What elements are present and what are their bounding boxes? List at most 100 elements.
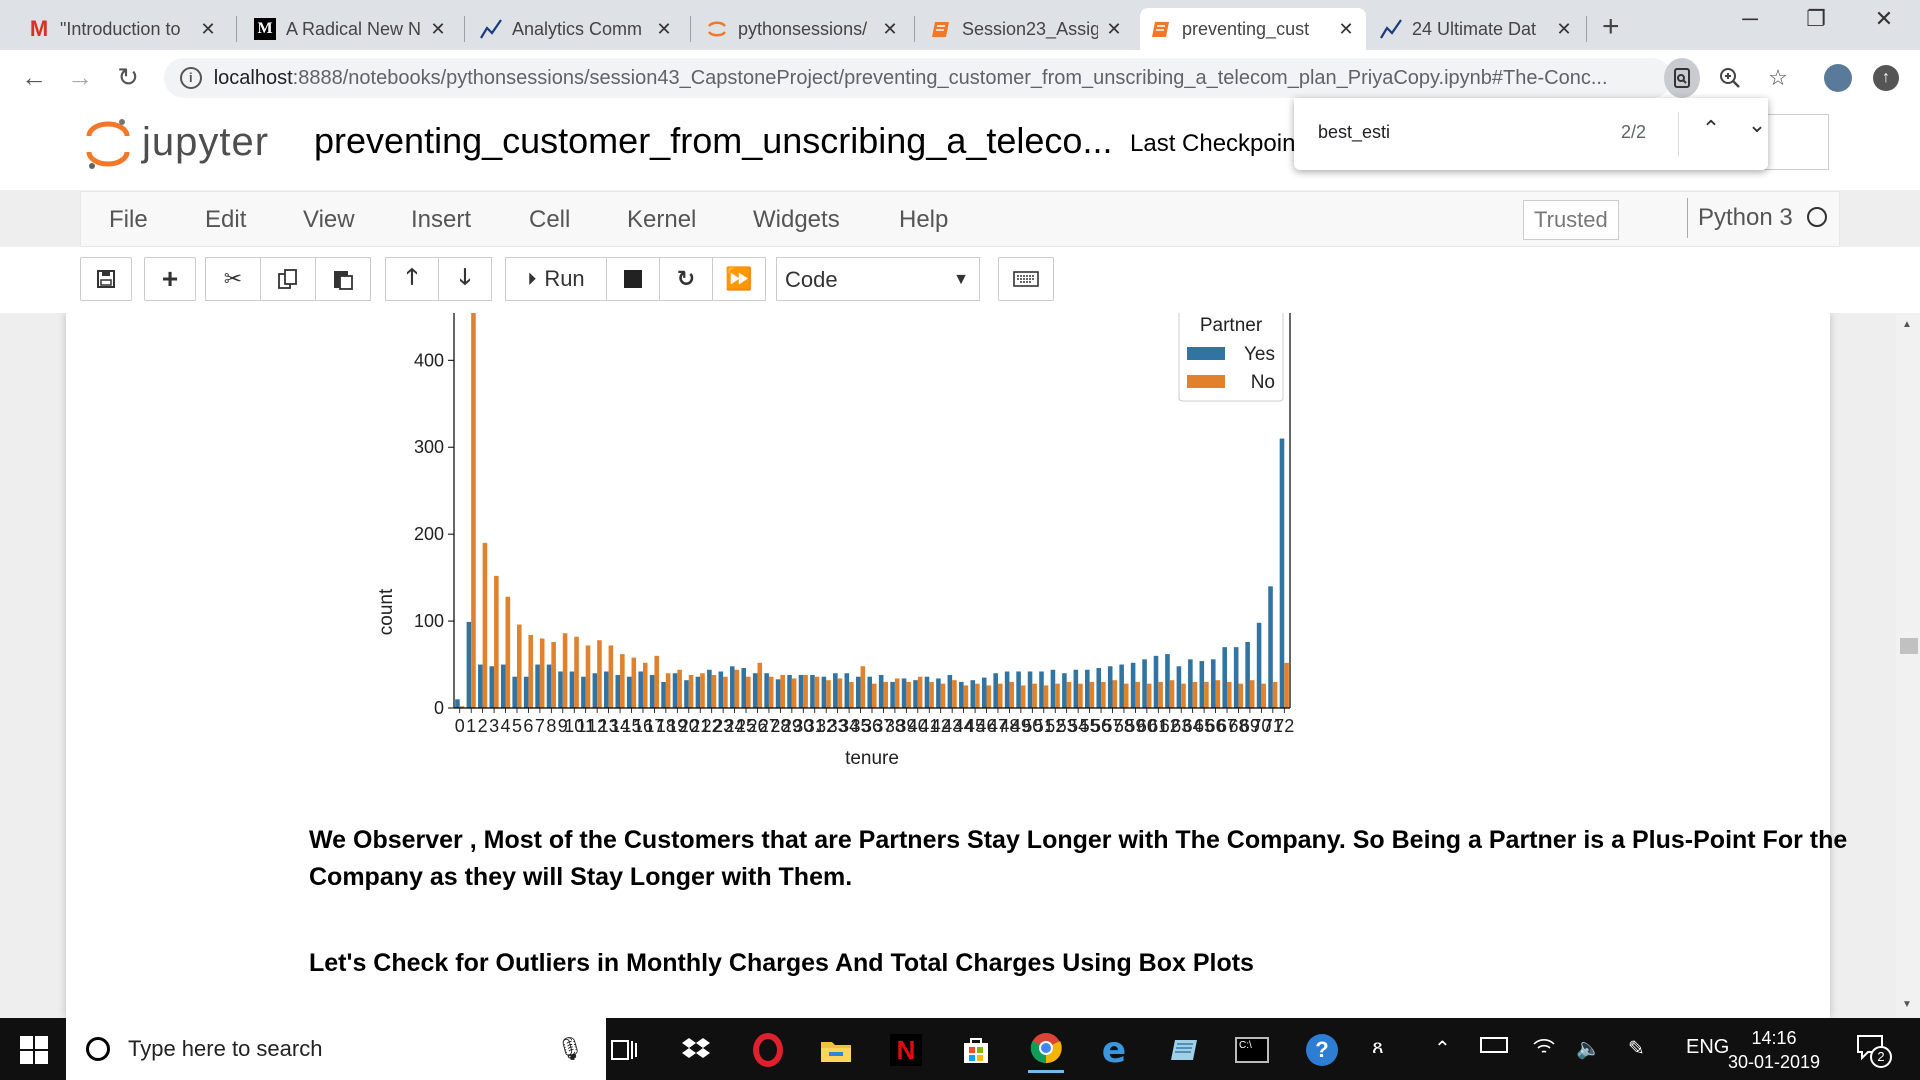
save-button[interactable]: [80, 257, 132, 301]
close-icon[interactable]: ✕: [1104, 19, 1124, 40]
browser-tab[interactable]: pythonsessions/ ✕: [696, 8, 910, 50]
bar-yes-46: [981, 677, 987, 708]
browser-tab[interactable]: M "Introduction to ✕: [18, 8, 228, 50]
restore-icon[interactable]: ❐: [1796, 6, 1836, 32]
notebook-title[interactable]: preventing_customer_from_unscribing_a_te…: [314, 120, 1112, 162]
interrupt-button[interactable]: [606, 257, 660, 301]
netflix-icon[interactable]: N: [888, 1032, 924, 1068]
windows-start-icon[interactable]: [20, 1036, 48, 1064]
notifications-icon[interactable]: 2: [1856, 1032, 1892, 1068]
edge-icon[interactable]: e: [1096, 1030, 1132, 1071]
move-down-button[interactable]: 🡓: [438, 257, 492, 301]
address-bar[interactable]: i localhost:8888/notebooks/pythonsession…: [164, 58, 1672, 98]
browser-tab[interactable]: Session23_Assig ✕: [920, 8, 1134, 50]
trusted-badge[interactable]: Trusted: [1523, 200, 1619, 240]
scroll-down-icon[interactable]: ▼: [1902, 999, 1912, 1010]
browser-tab-active[interactable]: preventing_cust ✕: [1140, 8, 1366, 50]
store-icon[interactable]: [958, 1032, 994, 1068]
bar-yes-66: [1210, 659, 1216, 708]
step-forward-icon: ⏵: [527, 268, 537, 289]
find-in-page-icon[interactable]: [1664, 58, 1700, 98]
task-view-icon[interactable]: [606, 1032, 642, 1068]
insert-cell-button[interactable]: +: [144, 257, 196, 301]
wifi-icon[interactable]: [1532, 1036, 1556, 1062]
terminal-icon[interactable]: C:\: [1234, 1032, 1270, 1068]
clock[interactable]: 14:16 30-01-2019: [1724, 1026, 1824, 1074]
update-icon[interactable]: ↑: [1868, 58, 1904, 98]
x-tick-label: 2: [478, 716, 488, 736]
dropbox-icon[interactable]: [678, 1032, 714, 1068]
help-icon[interactable]: ?: [1304, 1032, 1340, 1068]
profile-avatar-icon[interactable]: [1820, 58, 1856, 98]
bookmark-star-icon[interactable]: ☆: [1760, 58, 1796, 98]
battery-icon[interactable]: [1480, 1036, 1508, 1059]
reload-icon[interactable]: ↻: [110, 62, 146, 93]
menu-cell[interactable]: Cell: [529, 206, 570, 234]
menu-widgets[interactable]: Widgets: [753, 206, 840, 234]
bar-yes-20: [684, 680, 689, 708]
forward-arrow-icon[interactable]: →: [62, 62, 98, 93]
notification-count: 2: [1870, 1046, 1892, 1068]
menu-view[interactable]: View: [303, 206, 355, 234]
cut-button[interactable]: ✂: [205, 257, 261, 301]
window-close-icon[interactable]: ✕: [1864, 6, 1904, 32]
site-info-icon[interactable]: i: [180, 67, 202, 89]
page-scrollbar[interactable]: ▲ ▼: [1896, 313, 1920, 1018]
pen-icon[interactable]: ✎: [1628, 1036, 1645, 1061]
restart-button[interactable]: ↻: [659, 257, 713, 301]
arrow-down-icon: 🡓: [459, 264, 471, 289]
people-icon[interactable]: ጸ: [1372, 1036, 1384, 1059]
chrome-icon[interactable]: [1028, 1026, 1064, 1073]
bar-yes-60: [1142, 659, 1147, 708]
close-icon[interactable]: ✕: [654, 19, 674, 40]
new-tab-plus-icon[interactable]: +: [1602, 10, 1620, 44]
cell-type-select[interactable]: Code ▼: [776, 257, 980, 301]
back-arrow-icon[interactable]: ←: [16, 62, 52, 93]
bar-yes-69: [1245, 641, 1250, 708]
browser-tab[interactable]: Analytics Comm ✕: [470, 8, 684, 50]
zoom-icon[interactable]: [1712, 58, 1748, 98]
close-icon[interactable]: ✕: [880, 19, 900, 40]
bar-no-1: [471, 313, 476, 708]
menu-kernel[interactable]: Kernel: [627, 206, 696, 234]
y-tick-label: 200: [414, 524, 444, 544]
command-palette-button[interactable]: [998, 257, 1054, 301]
notepad-icon[interactable]: [1166, 1032, 1202, 1068]
browser-tab[interactable]: 24 Ultimate Dat ✕: [1370, 8, 1584, 50]
show-hidden-icons-chevron[interactable]: ⌃: [1434, 1036, 1451, 1061]
scroll-up-icon[interactable]: ▲: [1902, 319, 1912, 330]
language-indicator[interactable]: ENG: [1686, 1036, 1729, 1059]
menu-insert[interactable]: Insert: [411, 206, 471, 234]
find-bar: best_esti 2/2 ⌃ ⌄: [1294, 98, 1768, 170]
file-explorer-icon[interactable]: [818, 1032, 854, 1068]
browser-tab[interactable]: M A Radical New N ✕: [244, 8, 458, 50]
volume-icon[interactable]: 🔈: [1576, 1036, 1601, 1061]
menu-edit[interactable]: Edit: [205, 206, 246, 234]
close-icon[interactable]: ✕: [428, 19, 448, 40]
menu-file[interactable]: File: [109, 206, 148, 234]
close-icon[interactable]: ✕: [1554, 19, 1574, 40]
opera-icon[interactable]: [750, 1032, 786, 1068]
edit-buttons: ✂: [205, 257, 371, 301]
restart-run-all-button[interactable]: ⏩: [712, 257, 766, 301]
paste-button[interactable]: [315, 257, 371, 301]
jupyter-logo[interactable]: jupyter: [86, 116, 269, 169]
bar-yes-41: [924, 676, 930, 708]
close-icon[interactable]: ✕: [198, 19, 218, 40]
minimize-icon[interactable]: ─: [1730, 6, 1770, 32]
find-previous-icon[interactable]: ⌃: [1694, 116, 1728, 142]
windows-taskbar: Type here to search 🎙 N e C:\ ? ጸ ⌃ 🔈 ✎ …: [0, 1018, 1920, 1080]
move-up-button[interactable]: 🡑: [385, 257, 439, 301]
run-button[interactable]: ⏵ Run: [505, 257, 607, 301]
url-text[interactable]: localhost:8888/notebooks/pythonsessions/…: [214, 67, 1672, 90]
copy-button[interactable]: [260, 257, 316, 301]
close-icon[interactable]: ✕: [1336, 19, 1356, 40]
find-next-icon[interactable]: ⌄: [1740, 112, 1774, 138]
taskbar-search[interactable]: Type here to search 🎙: [66, 1018, 606, 1080]
microphone-icon[interactable]: 🎙: [556, 1036, 584, 1062]
menu-help[interactable]: Help: [899, 206, 948, 234]
scroll-thumb[interactable]: [1900, 638, 1918, 654]
find-input[interactable]: best_esti: [1318, 122, 1390, 143]
markdown-heading: Let's Check for Outliers in Monthly Char…: [309, 949, 1254, 977]
bar-no-45: [975, 683, 980, 708]
